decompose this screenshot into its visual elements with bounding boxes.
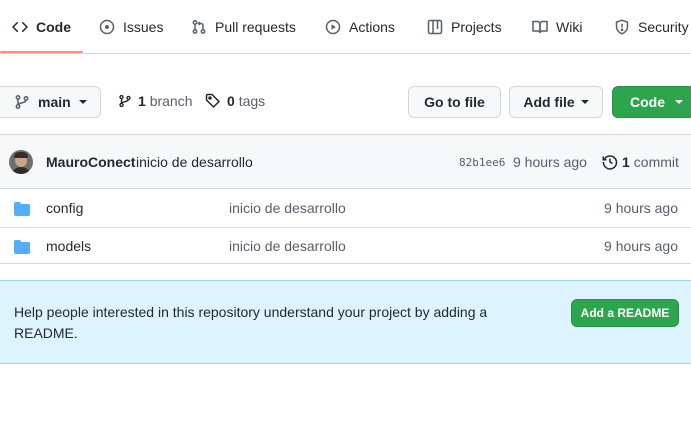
file-row[interactable]: models inicio de desarrollo 9 hours ago — [0, 227, 691, 263]
tags-link[interactable]: 0 tags — [205, 91, 265, 111]
add-readme-button[interactable]: Add a README — [571, 299, 679, 327]
file-browser: MauroConect inicio de desarrollo 82b1ee6… — [0, 134, 691, 264]
file-name-link[interactable]: config — [46, 200, 83, 216]
issue-opened-icon — [99, 19, 115, 35]
file-commit-time: 9 hours ago — [604, 200, 678, 216]
chevron-down-icon — [580, 100, 589, 104]
folder-icon — [14, 239, 30, 255]
play-icon — [325, 19, 341, 35]
folder-icon — [14, 201, 30, 217]
branch-count: 1 — [138, 93, 146, 109]
tab-label: Code — [36, 19, 71, 35]
file-commit-time: 9 hours ago — [604, 238, 678, 254]
tab-label: Security — [638, 19, 689, 35]
tab-label: Issues — [123, 19, 164, 35]
code-icon — [12, 19, 28, 35]
latest-commit-row: MauroConect inicio de desarrollo 82b1ee6… — [0, 135, 691, 189]
file-commit-message-link[interactable]: inicio de desarrollo — [229, 200, 346, 216]
commit-history-link[interactable]: 1 commit — [602, 154, 679, 170]
shield-icon — [614, 19, 630, 35]
tab-pull-requests[interactable]: Pull requests — [191, 0, 296, 54]
commit-count: 1 — [622, 154, 630, 170]
tab-projects[interactable]: Projects — [427, 0, 502, 54]
tab-label: Wiki — [556, 19, 583, 35]
tab-label: Projects — [451, 19, 502, 35]
tab-security[interactable]: Security — [614, 0, 689, 54]
repo-tab-nav: Code Issues Pull requests Actions Projec… — [0, 0, 691, 54]
avatar[interactable] — [9, 150, 33, 174]
add-file-label: Add file — [523, 94, 575, 110]
history-icon — [602, 154, 618, 170]
commit-author-link[interactable]: MauroConect — [46, 154, 135, 170]
commit-sha-link[interactable]: 82b1ee6 — [459, 156, 505, 169]
book-icon — [532, 19, 548, 35]
file-row[interactable]: config inicio de desarrollo 9 hours ago — [0, 190, 691, 227]
tab-issues[interactable]: Issues — [99, 0, 163, 54]
go-to-file-label: Go to file — [424, 94, 485, 110]
tag-label: tags — [238, 93, 266, 109]
commit-time: 9 hours ago — [513, 154, 587, 170]
git-pull-request-icon — [191, 19, 207, 35]
chevron-down-icon — [675, 100, 683, 104]
tag-icon — [205, 93, 221, 109]
code-button-label: Code — [630, 94, 665, 110]
git-branch-icon — [118, 93, 132, 109]
branches-link[interactable]: 1 branch — [118, 91, 193, 111]
commit-message-link[interactable]: inicio de desarrollo — [136, 154, 253, 170]
code-dropdown-button[interactable]: Code — [612, 86, 691, 118]
file-name-link[interactable]: models — [46, 238, 91, 254]
git-branch-icon — [14, 94, 30, 110]
branch-name: main — [38, 94, 71, 110]
branch-select-button[interactable]: main — [0, 86, 101, 118]
add-file-button[interactable]: Add file — [509, 86, 603, 118]
branch-label: branch — [149, 93, 193, 109]
tab-actions[interactable]: Actions — [325, 0, 395, 54]
table-icon — [427, 19, 443, 35]
tab-code[interactable]: Code — [12, 0, 71, 54]
go-to-file-button[interactable]: Go to file — [408, 86, 501, 118]
tag-count: 0 — [227, 93, 235, 109]
readme-prompt-text: Help people interested in this repositor… — [14, 304, 488, 341]
chevron-down-icon — [78, 100, 87, 104]
tab-label: Actions — [349, 19, 395, 35]
tab-label: Pull requests — [215, 19, 296, 35]
active-tab-underline — [0, 51, 83, 53]
commit-count-label: commit — [633, 154, 679, 170]
tab-wiki[interactable]: Wiki — [532, 0, 582, 54]
file-commit-message-link[interactable]: inicio de desarrollo — [229, 238, 346, 254]
readme-banner: Help people interested in this repositor… — [0, 280, 691, 364]
